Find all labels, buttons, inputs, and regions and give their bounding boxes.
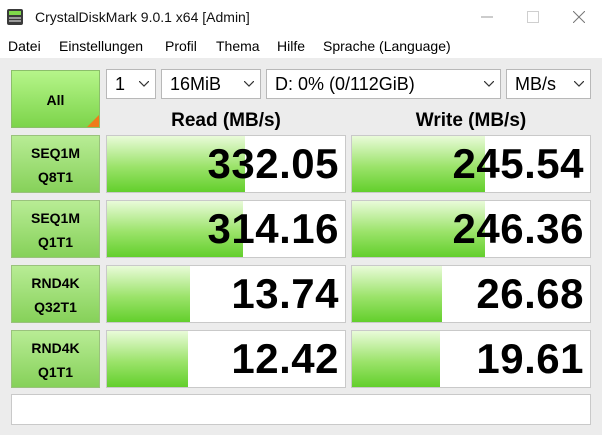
test-size-select[interactable]: 16MiB	[161, 69, 261, 99]
menu-datei[interactable]: Datei	[8, 38, 41, 54]
chevron-down-icon	[574, 81, 584, 87]
test-queue: Q32T1	[34, 299, 77, 315]
unit-select[interactable]: MB/s	[506, 69, 591, 99]
write-result-value: 19.61	[476, 335, 584, 382]
write-result-rnd4k-q32t1: 26.68	[351, 265, 591, 323]
run-all-button[interactable]: All	[11, 70, 100, 128]
write-result-bar	[352, 266, 443, 322]
read-result-bar	[107, 331, 188, 387]
test-size-value: 16MiB	[170, 74, 222, 94]
menu-profil[interactable]: Profil	[165, 38, 197, 54]
write-result-value: 26.68	[476, 270, 584, 317]
chevron-down-icon	[484, 81, 494, 87]
menu-bar: Datei Einstellungen Profil Thema Hilfe S…	[0, 34, 602, 58]
drive-value: D: 0% (0/112GiB)	[275, 74, 415, 94]
comment-input[interactable]	[11, 394, 591, 425]
drive-select[interactable]: D: 0% (0/112GiB)	[266, 69, 501, 99]
read-result-value: 13.74	[231, 270, 339, 317]
write-result-seq1m-q8t1: 245.54	[351, 135, 591, 193]
test-count-select[interactable]: 1	[106, 69, 156, 99]
write-column-header: Write (MB/s)	[415, 110, 527, 131]
write-result-value: 246.36	[452, 205, 584, 252]
window-title: CrystalDiskMark 9.0.1 x64 [Admin]	[35, 9, 250, 25]
test-seq1m-q8t1-button[interactable]: SEQ1M Q8T1	[11, 135, 100, 193]
menu-hilfe[interactable]: Hilfe	[277, 38, 305, 54]
read-column-header: Read (MB/s)	[171, 110, 281, 131]
read-result-rnd4k-q32t1: 13.74	[106, 265, 346, 323]
test-queue: Q1T1	[37, 364, 73, 380]
test-queue: Q1T1	[37, 234, 73, 250]
read-result-value: 12.42	[231, 335, 339, 382]
test-queue: Q8T1	[37, 169, 73, 185]
read-result-rnd4k-q1t1: 12.42	[106, 330, 346, 388]
test-rnd4k-q32t1-button[interactable]: RND4K Q32T1	[11, 265, 100, 323]
write-result-value: 245.54	[452, 140, 584, 187]
chevron-down-icon	[244, 81, 254, 87]
run-all-label: All	[46, 92, 65, 108]
chevron-down-icon	[139, 81, 149, 87]
read-result-value: 332.05	[207, 140, 339, 187]
test-name: RND4K	[31, 275, 80, 291]
corner-marker-icon	[87, 115, 99, 127]
read-result-seq1m-q8t1: 332.05	[106, 135, 346, 193]
read-result-value: 314.16	[207, 205, 339, 252]
test-rnd4k-q1t1-button[interactable]: RND4K Q1T1	[11, 330, 100, 388]
read-result-bar	[107, 266, 191, 322]
write-result-bar	[352, 331, 441, 387]
test-name: SEQ1M	[30, 145, 80, 161]
test-count-value: 1	[115, 74, 126, 94]
minimize-icon	[481, 16, 493, 18]
test-name: SEQ1M	[30, 210, 80, 226]
write-result-seq1m-q1t1: 246.36	[351, 200, 591, 258]
title-bar: CrystalDiskMark 9.0.1 x64 [Admin]	[0, 0, 602, 35]
close-icon	[573, 11, 585, 23]
write-result-rnd4k-q1t1: 19.61	[351, 330, 591, 388]
minimize-button[interactable]	[464, 0, 510, 34]
unit-value: MB/s	[515, 74, 557, 94]
test-name: RND4K	[31, 340, 80, 356]
menu-thema[interactable]: Thema	[216, 38, 260, 54]
read-result-seq1m-q1t1: 314.16	[106, 200, 346, 258]
maximize-icon	[527, 11, 539, 23]
test-seq1m-q1t1-button[interactable]: SEQ1M Q1T1	[11, 200, 100, 258]
maximize-button[interactable]	[510, 0, 556, 34]
crystaldiskmark-app-icon	[6, 8, 24, 26]
menu-einstellungen[interactable]: Einstellungen	[59, 38, 143, 54]
close-button[interactable]	[556, 0, 602, 34]
menu-sprache[interactable]: Sprache (Language)	[323, 38, 451, 54]
